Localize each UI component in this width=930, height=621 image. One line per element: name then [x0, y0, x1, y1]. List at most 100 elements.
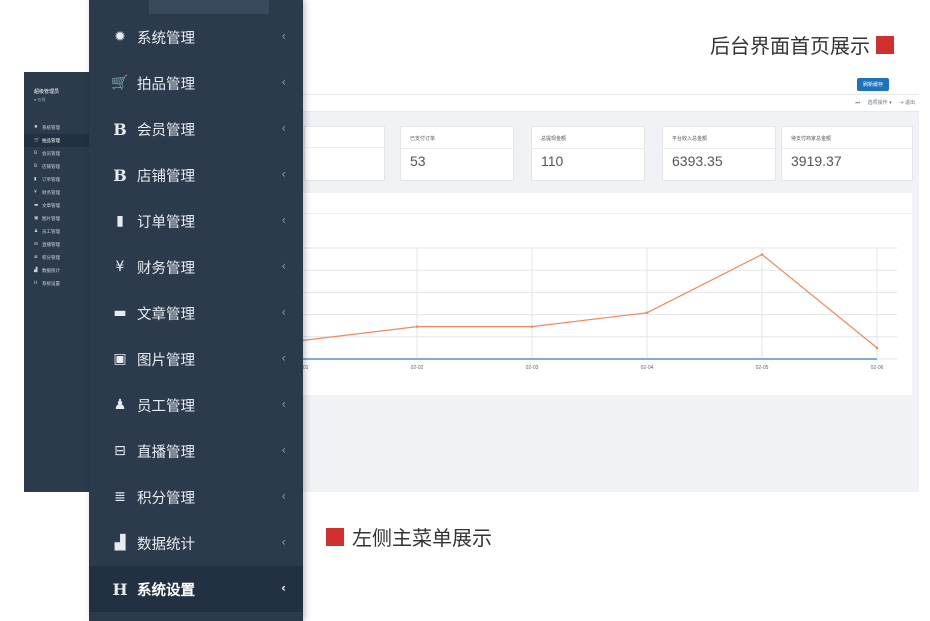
stat-label: 总提现金额: [541, 136, 567, 142]
b-icon: B: [34, 151, 38, 156]
menu-item-7[interactable]: ▣ 图片管理 ‹: [89, 336, 303, 382]
mini-menu-item-5[interactable]: ¥ 财务管理: [24, 186, 90, 199]
mini-menu-item-6[interactable]: ▬ 文章管理: [24, 199, 90, 212]
mini-menu-item-3[interactable]: B 店铺管理: [24, 160, 90, 173]
menu-item-8[interactable]: ♟ 员工管理 ‹: [89, 382, 303, 428]
chevron-left-icon: ‹: [281, 535, 286, 549]
stat-card-merchant-pending: 待支付商家总金额 3919.37: [781, 126, 913, 181]
database-icon: ≣: [34, 255, 38, 260]
chevron-left-icon: ‹: [281, 121, 286, 135]
mini-menu-item-2[interactable]: B 会员管理: [24, 147, 90, 160]
menu-item-label: 系统管理: [137, 30, 195, 47]
mini-menu-label: 店铺管理: [42, 164, 60, 170]
menu-item-1[interactable]: 🛒 拍品管理 ‹: [89, 60, 303, 106]
yen-icon: ¥: [115, 259, 125, 275]
chart-panel: 02-0102-0202-0302-0402-0502-06: [300, 193, 912, 395]
mini-menu-item-1[interactable]: 🛒 拍品管理: [24, 134, 90, 147]
red-square-icon: [326, 527, 344, 546]
mini-menu-item-0[interactable]: ✹ 系统管理: [24, 121, 90, 134]
menu-item-4[interactable]: ▮ 订单管理 ‹: [89, 198, 303, 244]
menu-item-6[interactable]: ▬ 文章管理 ‹: [89, 290, 303, 336]
book-icon: ▮: [116, 213, 124, 229]
mini-sidebar: 超级管理员 ● 在线 ✹ 系统管理 🛒 拍品管理 B 会员管理 B 店铺管理 ▮ 订单管理 ¥ 财务管…: [24, 72, 90, 492]
stat-value: 3919.37: [791, 153, 842, 169]
menu-item-9[interactable]: ⊟ 直播管理 ‹: [89, 428, 303, 474]
menu-item-label: 数据统计: [137, 536, 195, 553]
mini-menu-label: 员工管理: [42, 229, 60, 235]
menu-item-label: 员工管理: [137, 398, 195, 415]
stat-value: 53: [410, 153, 426, 169]
folder-icon: ▬: [34, 203, 39, 208]
book-icon: ▮: [34, 177, 37, 182]
yen-icon: ¥: [34, 190, 37, 195]
x-tick-label: 02-05: [756, 365, 769, 371]
mini-menu-item-9[interactable]: ⊟ 直播管理: [24, 238, 90, 251]
mini-menu-label: 财务管理: [42, 190, 60, 196]
x-tick-label: 02-02: [411, 365, 424, 371]
chevron-left-icon: ‹: [281, 351, 286, 365]
user-icon: ♟: [34, 229, 39, 234]
caption-top-text: 后台界面首页展示: [710, 34, 870, 58]
mini-menu-item-10[interactable]: ≣ 积分管理: [24, 251, 90, 264]
gear-icon: ✹: [114, 29, 126, 45]
h-icon: H: [112, 579, 128, 599]
user-icon: ♟: [113, 397, 127, 413]
gear-icon: ✹: [34, 125, 38, 130]
bar-chart-icon: ▟: [34, 268, 38, 273]
mini-menu-label: 会员管理: [42, 151, 60, 157]
main-menu: ✹ 系统管理 ‹ 🛒 拍品管理 ‹ B 会员管理 ‹ B 店铺管理 ‹ ▮ 订单管理 ‹ ¥ 财务管理 ‹ ▬ 文章管…: [89, 0, 303, 621]
stat-label: 待支付商家总金额: [791, 136, 832, 142]
chevron-left-icon: ‹: [281, 29, 286, 43]
mini-menu-label: 图片管理: [42, 216, 60, 222]
menu-item-3[interactable]: B 店铺管理 ‹: [89, 152, 303, 198]
live-icon: ⊟: [114, 443, 126, 459]
mini-user-panel: 超级管理员 ● 在线: [24, 72, 90, 103]
exit-button[interactable]: ⇥ 退出: [899, 100, 915, 106]
stat-card-paid-orders: 已支付订单 53: [400, 126, 514, 181]
menu-item-0[interactable]: ✹ 系统管理 ‹: [89, 14, 303, 60]
stat-value: 6393.35: [672, 153, 723, 169]
folder-icon: ▬: [113, 305, 127, 321]
menu-item-12[interactable]: H 系统设置 ‹: [89, 566, 303, 612]
b-icon: B: [113, 165, 127, 185]
mini-menu-item-8[interactable]: ♟ 员工管理: [24, 225, 90, 238]
chevron-left-icon: ‹: [281, 443, 286, 457]
database-icon: ≣: [114, 489, 126, 505]
x-tick-label: 02-03: [526, 365, 539, 371]
mini-menu-item-4[interactable]: ▮ 订单管理: [24, 173, 90, 186]
menu-item-11[interactable]: ▟ 数据统计 ‹: [89, 520, 303, 566]
mini-menu-label: 订单管理: [42, 177, 60, 183]
mini-menu-label: 文章管理: [42, 203, 60, 209]
line-chart: 02-0102-0202-0302-0402-0502-06: [300, 247, 897, 371]
mini-menu-label: 系统管理: [42, 125, 60, 131]
tab-tools: ⏭ 选项操作 ▾ ⇥ 退出: [849, 99, 915, 106]
b-icon: B: [34, 164, 38, 169]
menu-item-10[interactable]: ≣ 积分管理 ‹: [89, 474, 303, 520]
b-icon: B: [113, 119, 127, 139]
menu-item-label: 财务管理: [137, 260, 195, 277]
stat-value: 110: [541, 153, 564, 169]
refresh-cache-button[interactable]: 刷新缓存: [856, 78, 889, 91]
chevron-left-icon: ‹: [281, 167, 286, 181]
menu-item-5[interactable]: ¥ 财务管理 ‹: [89, 244, 303, 290]
live-icon: ⊟: [34, 242, 38, 247]
next-tab-icon[interactable]: ⏭: [855, 100, 860, 106]
menu-item-label: 图片管理: [137, 352, 195, 369]
mini-user-name: 超级管理员: [34, 89, 60, 95]
chevron-left-icon: ‹: [281, 397, 286, 411]
cart-icon: 🛒: [34, 138, 40, 143]
menu-item-2[interactable]: B 会员管理 ‹: [89, 106, 303, 152]
stat-card-platform-income: 平台收入总金额 6393.35: [662, 126, 776, 181]
menu-item-label: 拍品管理: [137, 76, 195, 93]
cart-icon: 🛒: [111, 75, 129, 91]
chevron-left-icon: ‹: [281, 581, 286, 595]
mini-menu-item-12[interactable]: H 系统设置: [24, 277, 90, 290]
mini-menu-item-7[interactable]: ▣ 图片管理: [24, 212, 90, 225]
mini-menu-list: ✹ 系统管理 🛒 拍品管理 B 会员管理 B 店铺管理 ▮ 订单管理 ¥ 财务管理 ▬ 文章管理 ▣ 图片管理…: [24, 121, 90, 290]
data-point: [875, 346, 879, 350]
mini-menu-item-11[interactable]: ▟ 数据统计: [24, 264, 90, 277]
mini-menu-label: 积分管理: [42, 255, 60, 261]
menu-item-label: 文章管理: [137, 306, 195, 323]
chevron-left-icon: ‹: [281, 259, 286, 273]
tab-options-button[interactable]: 选项操作 ▾: [868, 100, 892, 106]
